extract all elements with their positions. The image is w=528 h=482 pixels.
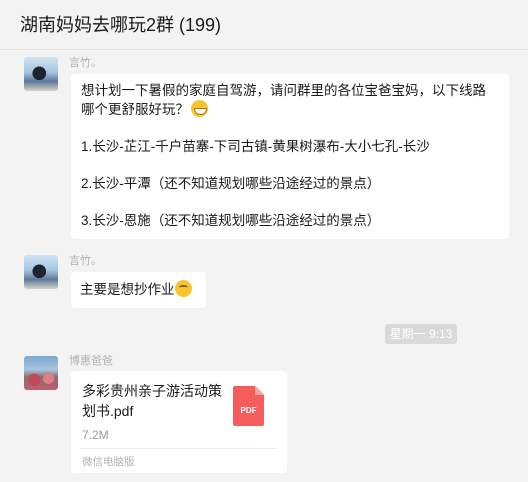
sender-name: 言竹。 bbox=[69, 57, 102, 69]
file-name: 多彩贵州亲子游活动策划书.pdf bbox=[82, 383, 222, 419]
sender-name: 言竹。 bbox=[69, 255, 102, 267]
message-text: 主要是想抄作业 bbox=[80, 282, 175, 297]
file-source: 微信电脑版 bbox=[82, 456, 135, 468]
file-card[interactable]: 多彩贵州亲子游活动策划书.pdf PDF 7.2M 微信电脑版 bbox=[71, 371, 287, 473]
grin-emoji-icon bbox=[191, 100, 208, 117]
divider bbox=[81, 448, 277, 449]
message-bubble[interactable]: 想计划一下暑假的家庭自驾游，请问群里的各位宝爸宝妈，以下线路 哪个更舒服好玩？ … bbox=[71, 74, 509, 239]
chat-header: 湖南妈妈去哪玩2群 (199) bbox=[0, 0, 528, 50]
avatar[interactable] bbox=[24, 57, 58, 91]
time-divider: 星期一 9:13 bbox=[385, 324, 457, 344]
avatar[interactable] bbox=[24, 255, 58, 289]
message-text: 2.长沙-平潭（还不知道规划哪些沿途经过的景点） bbox=[81, 176, 381, 191]
message-text: 3.长沙-恩施（还不知道规划哪些沿途经过的景点） bbox=[81, 213, 381, 228]
tired-face-emoji-icon bbox=[174, 280, 192, 297]
message-text: 1.长沙-芷江-千户苗寨-下司古镇-黄果树瀑布-大小七孔-长沙 bbox=[81, 139, 430, 154]
file-type-label: PDF bbox=[240, 406, 257, 415]
chat-title[interactable]: 湖南妈妈去哪玩2群 (199) bbox=[20, 11, 221, 37]
avatar[interactable] bbox=[24, 356, 58, 390]
file-size: 7.2M bbox=[82, 428, 109, 442]
message-bubble[interactable]: 主要是想抄作业 bbox=[71, 272, 206, 308]
sender-name: 博惠爸爸 bbox=[69, 355, 113, 367]
message-text: 哪个更舒服好玩？ bbox=[81, 102, 189, 117]
message-list[interactable]: 言竹。 想计划一下暑假的家庭自驾游，请问群里的各位宝爸宝妈，以下线路 哪个更舒服… bbox=[0, 51, 528, 482]
pdf-file-icon: PDF bbox=[233, 386, 264, 426]
message-text: 想计划一下暑假的家庭自驾游，请问群里的各位宝爸宝妈，以下线路 bbox=[81, 83, 486, 98]
